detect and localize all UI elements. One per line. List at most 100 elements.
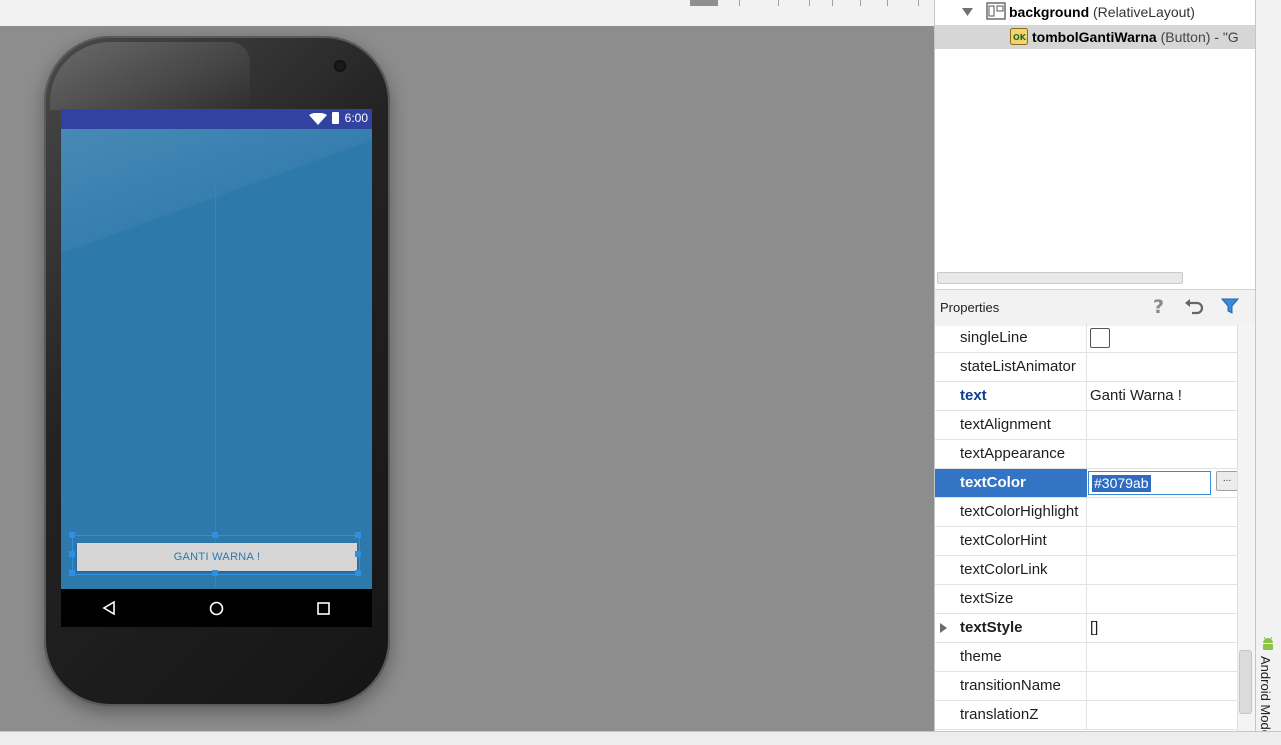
- undo-icon[interactable]: [1184, 298, 1204, 316]
- android-status-bar: 6:00: [61, 109, 372, 129]
- prop-row-singleline[interactable]: singleLine: [935, 324, 1238, 353]
- selection-outline: [72, 535, 360, 575]
- editor-toolbar: [0, 0, 934, 27]
- column-divider: [1086, 353, 1087, 381]
- resize-handle[interactable]: [355, 551, 361, 557]
- prop-row-textcolor[interactable]: textColor #3079ab ...: [935, 469, 1238, 498]
- inspector-panel: background (RelativeLayout) OK tombolGan…: [934, 0, 1255, 731]
- tool-window-strip: [1255, 0, 1281, 731]
- android-nav-bar: [61, 589, 372, 627]
- relativelayout-icon: [986, 2, 1006, 20]
- toolbar-separator: [809, 0, 810, 6]
- properties-header: Properties ?: [935, 289, 1255, 326]
- prop-name: textStyle: [960, 619, 1023, 636]
- nav-back[interactable]: [89, 589, 129, 627]
- camera-icon: [334, 60, 346, 72]
- prop-name: theme: [960, 648, 1002, 665]
- toolbar-separator: [778, 0, 779, 6]
- properties-title: Properties: [940, 300, 1000, 315]
- device-frame-shine: [50, 42, 250, 110]
- resize-handle[interactable]: [355, 532, 361, 538]
- resize-handle[interactable]: [69, 551, 75, 557]
- resize-handle[interactable]: [69, 570, 75, 576]
- resize-handle[interactable]: [355, 570, 361, 576]
- tree-node-type: (Button) - "G: [1156, 29, 1239, 45]
- layout-editor-canvas: 6:00 GANTI WARNA !: [0, 0, 934, 744]
- column-divider: [1086, 382, 1087, 410]
- toolbar-separator: [918, 0, 919, 6]
- column-divider: [1086, 701, 1087, 729]
- screen-glare: [61, 129, 372, 289]
- tree-node-type: (RelativeLayout): [1089, 4, 1195, 20]
- prop-name: textAppearance: [960, 445, 1066, 462]
- wifi-icon: [309, 113, 327, 125]
- prop-value[interactable]: []: [1090, 614, 1098, 642]
- toolbar-separator: [860, 0, 861, 6]
- tree-row-tombol-ganti-warna[interactable]: OK tombolGantiWarna (Button) - "G: [935, 25, 1255, 49]
- prop-value[interactable]: Ganti Warna !: [1090, 382, 1182, 410]
- prop-name: textColorHint: [960, 532, 1047, 549]
- column-divider: [1086, 556, 1087, 584]
- textcolor-input[interactable]: #3079ab: [1088, 471, 1211, 495]
- properties-table: singleLine stateListAnimator text Ganti …: [935, 324, 1238, 731]
- prop-row-textcolorhint[interactable]: textColorHint: [935, 527, 1238, 556]
- column-divider: [1086, 411, 1087, 439]
- prop-row-textcolorlink[interactable]: textColorLink: [935, 556, 1238, 585]
- expand-arrow-icon[interactable]: [940, 623, 947, 633]
- recents-icon: [316, 601, 330, 615]
- status-time: 6:00: [344, 111, 368, 125]
- tree-row-background[interactable]: background (RelativeLayout): [935, 0, 1255, 24]
- center-guide-line: [215, 129, 216, 587]
- toolbar-separator: [739, 0, 740, 6]
- nav-home[interactable]: [196, 589, 236, 627]
- color-picker-button[interactable]: ...: [1216, 471, 1238, 491]
- prop-row-textcolorhighlight[interactable]: textColorHighlight: [935, 498, 1238, 527]
- prop-name: textAlignment: [960, 416, 1051, 433]
- prop-row-textappearance[interactable]: textAppearance: [935, 440, 1238, 469]
- component-tree: background (RelativeLayout) OK tombolGan…: [935, 0, 1255, 285]
- svg-text:?: ?: [1153, 296, 1164, 316]
- prop-name: text: [960, 387, 987, 404]
- device-screen[interactable]: 6:00 GANTI WARNA !: [61, 109, 372, 627]
- column-divider: [1086, 585, 1087, 613]
- prop-row-theme[interactable]: theme: [935, 643, 1238, 672]
- prop-name: textColorLink: [960, 561, 1048, 578]
- nav-recents[interactable]: [303, 589, 343, 627]
- android-mode-tab[interactable]: Android Mode: [1258, 632, 1280, 737]
- prop-row-translationz[interactable]: translationZ: [935, 701, 1238, 730]
- toolbar-separator: [832, 0, 833, 6]
- prop-name: transitionName: [960, 677, 1061, 694]
- android-icon: [1263, 636, 1273, 650]
- singleline-checkbox[interactable]: [1090, 328, 1110, 348]
- column-divider: [1086, 440, 1087, 468]
- prop-name: translationZ: [960, 706, 1039, 723]
- back-icon: [102, 601, 115, 615]
- column-divider: [1086, 614, 1087, 642]
- prop-row-statelistanimator[interactable]: stateListAnimator: [935, 353, 1238, 382]
- resize-handle[interactable]: [212, 532, 218, 538]
- prop-row-textalignment[interactable]: textAlignment: [935, 411, 1238, 440]
- home-icon: [209, 601, 223, 615]
- android-mode-tab-label: Android Mode: [1258, 656, 1273, 737]
- tree-horizontal-scrollbar[interactable]: [937, 272, 1183, 284]
- tree-node-name: background: [1009, 4, 1090, 20]
- help-icon[interactable]: ?: [1152, 296, 1166, 316]
- prop-name: textColorHighlight: [960, 503, 1079, 520]
- prop-row-textstyle[interactable]: textStyle []: [935, 614, 1238, 643]
- textcolor-value-selected: #3079ab: [1092, 475, 1151, 492]
- prop-name: textSize: [960, 590, 1014, 607]
- toolbar-button[interactable]: [690, 0, 718, 6]
- prop-row-text[interactable]: text Ganti Warna !: [935, 382, 1238, 411]
- column-divider: [1086, 498, 1087, 526]
- prop-name: singleLine: [960, 329, 1028, 346]
- resize-handle[interactable]: [212, 570, 218, 576]
- resize-handle[interactable]: [69, 532, 75, 538]
- prop-row-textsize[interactable]: textSize: [935, 585, 1238, 614]
- button-icon: OK: [1010, 28, 1028, 45]
- expand-arrow-icon[interactable]: [962, 8, 973, 16]
- toolbar-separator: [887, 0, 888, 6]
- properties-scroll-thumb[interactable]: [1239, 650, 1252, 714]
- status-bar: [0, 731, 1281, 745]
- prop-row-transitionname[interactable]: transitionName: [935, 672, 1238, 701]
- filter-icon[interactable]: [1221, 298, 1239, 315]
